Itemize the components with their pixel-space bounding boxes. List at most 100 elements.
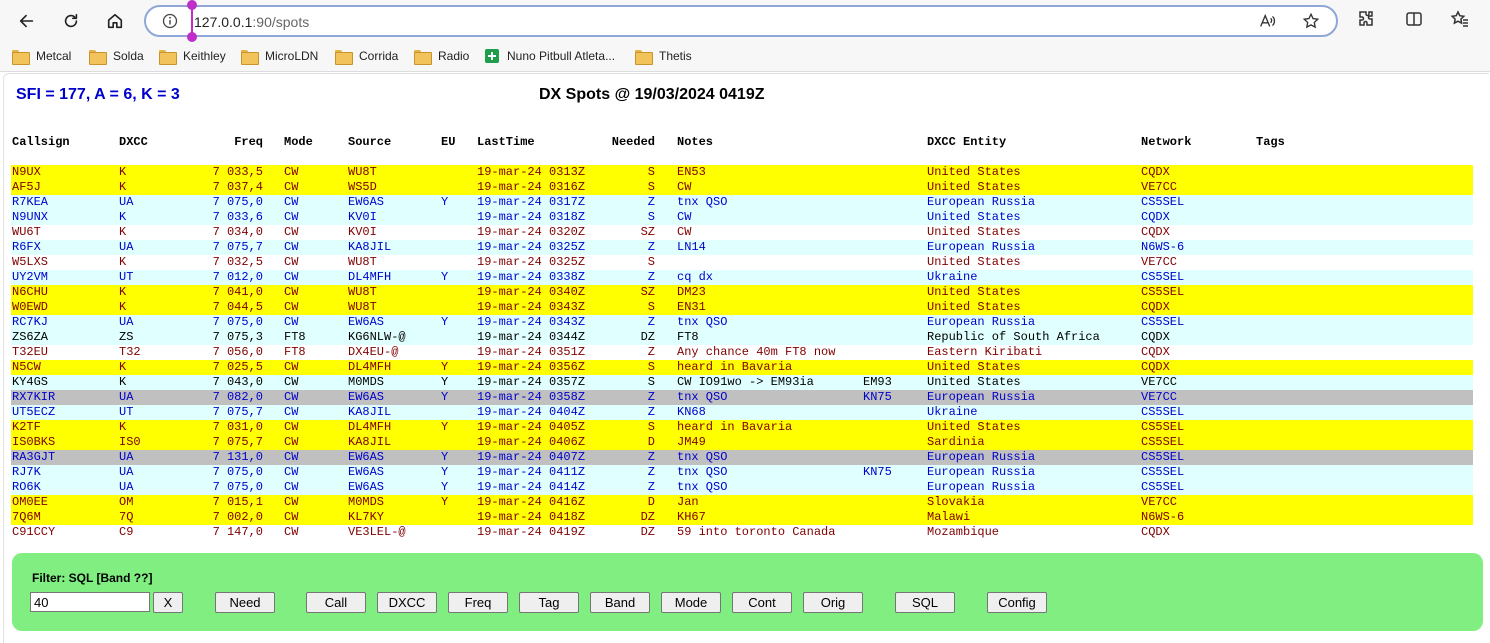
info-icon[interactable] [162,13,178,29]
cell-callsign[interactable]: UT5ECZ [12,406,55,420]
table-row[interactable]: KY4GS K 7 043,0 CW M0MDS Y 19-mar-24 0357Z S CW … [11,375,1473,390]
mode-button[interactable]: Mode [661,592,721,613]
bookmark-radio[interactable]: Radio [414,47,469,65]
bookmark-thetis[interactable]: Thetis [635,47,692,65]
cell-freq: 7 037,4 [212,180,263,194]
header-source[interactable]: Source [348,135,391,149]
header-lasttime[interactable]: LastTime [477,135,535,149]
back-button[interactable] [12,6,42,36]
favorite-star-icon[interactable] [1302,12,1322,32]
cell-callsign[interactable]: T32EU [12,346,48,360]
header-dxcc-entity[interactable]: DXCC Entity [927,135,1006,149]
call-button[interactable]: Call [306,592,366,613]
cell-callsign[interactable]: UY2VM [12,271,48,285]
need-button[interactable]: Need [215,592,275,613]
cell-callsign[interactable]: N9UX [12,166,41,180]
clear-filter-button[interactable]: X [153,592,183,613]
table-row[interactable]: RA3GJT UA 7 131,0 CW EW6AS Y 19-mar-24 0407Z Zt… [11,450,1473,465]
cell-callsign[interactable]: W5LXS [12,256,48,270]
table-row[interactable]: R6FX UA 7 075,7 CW KA8JIL 19-mar-24 0325Z Z LN1… [11,240,1473,255]
header-dxcc[interactable]: DXCC [119,135,148,149]
header-callsign[interactable]: Callsign [12,135,70,149]
table-row[interactable]: OM0EE OM 7 015,1 CW M0MDS Y 19-mar-24 0416Z D Ja… [11,495,1473,510]
read-aloud-icon[interactable] [1258,12,1278,32]
cell-callsign[interactable]: R7KEA [12,196,48,210]
bookmark-metcal[interactable]: Metcal [12,47,71,65]
split-screen-icon[interactable] [1404,9,1426,31]
cell-callsign[interactable]: W0EWD [12,301,48,315]
cell-callsign[interactable]: IS0BKS [12,436,55,450]
filter-input[interactable] [30,592,150,612]
table-row[interactable]: UT5ECZ UT 7 075,7 CW KA8JIL 19-mar-24 0404Z Z K… [11,405,1473,420]
reload-button[interactable] [56,6,86,36]
table-row[interactable]: W0EWD K 7 044,5 CW WU8T 19-mar-24 0343Z S EN31 U… [11,300,1473,315]
table-row[interactable]: N5CW K 7 025,5 CW DL4MFH Y 19-mar-24 0356Z Shea… [11,360,1473,375]
cell-callsign[interactable]: C91CCY [12,526,55,540]
band-button[interactable]: Band [590,592,650,613]
table-row[interactable]: RX7KIR UA 7 082,0 CW EW6AS Y 19-mar-24 0358Z Zt… [11,390,1473,405]
bookmark-keithley[interactable]: Keithley [159,47,226,65]
table-row[interactable]: ZS6ZA ZS 7 075,3 FT8 KG6NLW-@ 19-mar-24 0344Z… [11,330,1473,345]
cell-callsign[interactable]: ZS6ZA [12,331,48,345]
address-bar[interactable]: 127.0.0.1:90/spots [144,5,1338,37]
header-tags[interactable]: Tags [1256,135,1285,149]
table-row[interactable]: K2TF K 7 031,0 CW DL4MFH Y 19-mar-24 0405Z Shea… [11,420,1473,435]
table-row[interactable]: R7KEA UA 7 075,0 CW EW6AS Y 19-mar-24 0317Z Ztn… [11,195,1473,210]
cell-callsign[interactable]: RO6K [12,481,41,495]
header-needed[interactable]: Needed [591,135,655,149]
favorites-icon[interactable] [1450,9,1472,31]
cont-button[interactable]: Cont [732,592,792,613]
cell-network: VE7CC [1141,495,1178,509]
table-row[interactable]: W5LXS K 7 032,5 CW WU8T 19-mar-24 0325Z S Unite… [11,255,1473,270]
header-mode[interactable]: Mode [284,135,313,149]
cell-lasttime: 19-mar-24 0343Z [477,300,586,314]
dxcc-button[interactable]: DXCC [377,592,437,613]
orig-button[interactable]: Orig [803,592,863,613]
cell-callsign[interactable]: N9UNX [12,211,48,225]
table-row[interactable]: C91CCY C9 7 147,0 CW VE3LEL-@ 19-mar-24 0419Z… [11,525,1473,540]
cell-callsign[interactable]: OM0EE [12,496,48,510]
cell-callsign[interactable]: AF5J [12,181,41,195]
header-freq[interactable]: Freq [191,135,263,149]
cell-callsign[interactable]: WU6T [12,226,41,240]
table-row[interactable]: UY2VM UT 7 012,0 CW DL4MFH Y 19-mar-24 0338Z Zc… [11,270,1473,285]
cell-callsign[interactable]: R6FX [12,241,41,255]
cell-callsign[interactable]: N6CHU [12,286,48,300]
cell-needed: SZ [640,225,655,239]
url-text[interactable]: 127.0.0.1:90/spots [194,14,309,30]
bookmark-corrida[interactable]: Corrida [335,47,398,65]
table-row[interactable]: N6CHU K 7 041,0 CW WU8T 19-mar-24 0340Z SZ DM23… [11,285,1473,300]
freq-button[interactable]: Freq [448,592,508,613]
header-notes[interactable]: Notes [677,135,713,149]
header-eu[interactable]: EU [441,135,455,149]
table-row[interactable]: N9UNX K 7 033,6 CW KV0I 19-mar-24 0318Z S CW Uni… [11,210,1473,225]
table-row[interactable]: T32EU T32 7 056,0 FT8 DX4EU-@ 19-mar-24 0351Z… [11,345,1473,360]
table-row[interactable]: 7Q6M 7Q 7 002,0 CW KL7KY 19-mar-24 0418Z DZ KH6… [11,510,1473,525]
table-row[interactable]: N9UX K 7 033,5 CW WU8T 19-mar-24 0313Z S EN53 Un… [11,165,1473,180]
extensions-icon[interactable] [1356,9,1378,31]
bookmark-solda[interactable]: Solda [89,47,144,65]
home-button[interactable] [100,6,130,36]
bookmark-microldn[interactable]: MicroLDN [241,47,318,65]
cell-callsign[interactable]: RJ7K [12,466,41,480]
header-network[interactable]: Network [1141,135,1191,149]
cell-callsign[interactable]: RC7KJ [12,316,48,330]
sql-button[interactable]: SQL [895,592,955,613]
tag-button[interactable]: Tag [519,592,579,613]
cell-callsign[interactable]: K2TF [12,421,41,435]
table-row[interactable]: RO6K UA 7 075,0 CW EW6AS Y 19-mar-24 0414Z Ztnx… [11,480,1473,495]
cell-callsign[interactable]: N5CW [12,361,41,375]
config-button[interactable]: Config [987,592,1047,613]
cell-callsign[interactable]: 7Q6M [12,511,41,525]
cell-callsign[interactable]: KY4GS [12,376,48,390]
cell-dxcc: K [119,165,127,179]
cell-callsign[interactable]: RX7KIR [12,391,55,405]
table-row[interactable]: RJ7K UA 7 075,0 CW EW6AS Y 19-mar-24 0411Z Ztnx… [11,465,1473,480]
table-row[interactable]: AF5J K 7 037,4 CW WS5D 19-mar-24 0316Z S CW Unit… [11,180,1473,195]
table-row[interactable]: WU6T K 7 034,0 CW KV0I 19-mar-24 0320Z SZ CW Uni… [11,225,1473,240]
table-row[interactable]: IS0BKS IS0 7 075,7 CW KA8JIL 19-mar-24 0406Z D… [11,435,1473,450]
table-row[interactable]: RC7KJ UA 7 075,0 CW EW6AS Y 19-mar-24 0343Z Ztn… [11,315,1473,330]
cell-callsign[interactable]: RA3GJT [12,451,55,465]
bookmark-nuno[interactable]: Nuno Pitbull Atleta... [485,47,615,65]
cell-dxcc: UA [119,195,134,209]
